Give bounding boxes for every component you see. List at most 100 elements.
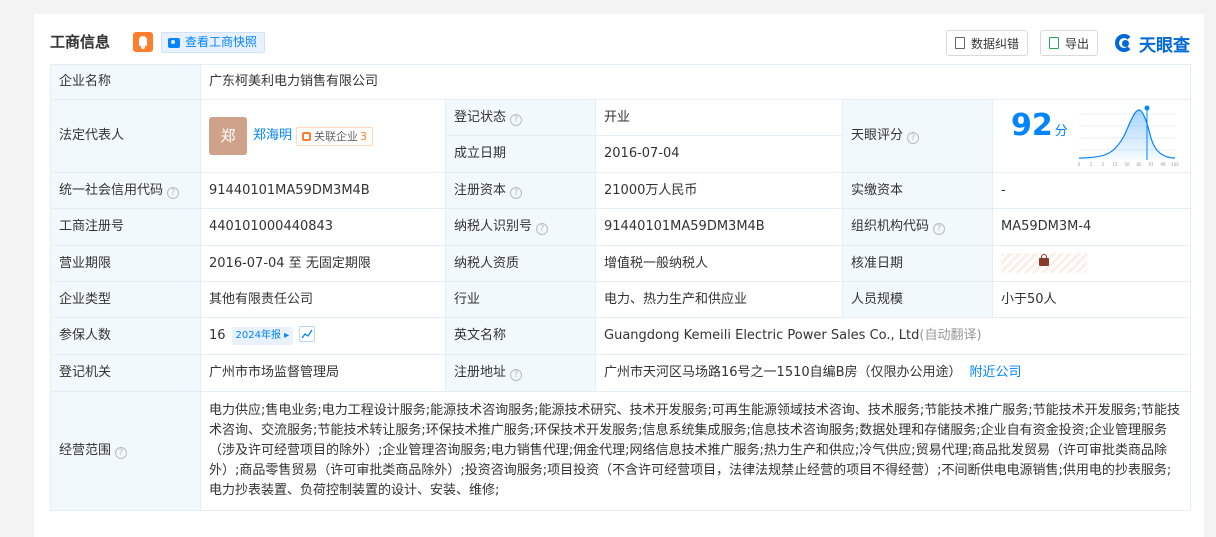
industry-label: 行业 xyxy=(445,281,596,318)
org-code-label: 组织机构代码? xyxy=(842,208,993,246)
help-icon[interactable]: ? xyxy=(536,223,549,235)
authority-label: 登记机关 xyxy=(50,354,201,392)
section-header: 工商信息 查看工商快照 数据纠错 导出 天眼查 xyxy=(50,30,1190,58)
score-chart-tick-label: 2 xyxy=(1102,162,1105,167)
table-row: 统一社会信用代码? 91440101MA59DM3M4B 注册资本? 21000… xyxy=(50,172,1191,209)
legal-rep-name-link[interactable]: 郑海明 xyxy=(253,128,292,143)
table-row: 法定代表人 郑郑海明关联企业3 登记状态? 开业 天眼评分? 92分 0 xyxy=(50,99,1191,173)
scope-value: 电力供应;售电业务;电力工程设计服务;能源技术咨询服务;能源技术研究、技术开发服… xyxy=(200,391,1191,511)
taxpayer-qual-label: 纳税人资质 xyxy=(445,245,596,282)
staff-value: 小于50人 xyxy=(992,281,1191,318)
help-icon[interactable]: ? xyxy=(510,113,523,126)
taxpayer-qual-value: 增值税一般纳税人 xyxy=(595,245,843,282)
table-row: 参保人数 16 2024年报 ▸ 英文名称 Guangdong Kemeili E… xyxy=(50,317,1191,355)
table-row: 经营范围? 电力供应;售电业务;电力工程设计服务;能源技术咨询服务;能源技术研究… xyxy=(50,391,1191,511)
score-chart-tick-label: 0 xyxy=(1078,162,1081,167)
related-icon xyxy=(302,131,312,141)
address-label-text: 注册地址 xyxy=(454,365,507,380)
english-name-label: 英文名称 xyxy=(445,317,596,355)
reg-capital-label: 注册资本? xyxy=(445,172,596,209)
legal-rep-label: 法定代表人 xyxy=(50,99,201,173)
avatar[interactable]: 郑 xyxy=(209,117,247,155)
help-icon[interactable]: ? xyxy=(907,132,920,144)
export-label: 导出 xyxy=(1065,36,1090,51)
term-value: 2016-07-04 至 无固定期限 xyxy=(200,245,446,282)
reg-capital-label-text: 注册资本 xyxy=(454,182,507,198)
est-date-label: 成立日期 xyxy=(445,135,596,173)
address-cell: 广州市天河区马场路16号之一1510自编B房（仅限办公用途） 附近公司 xyxy=(595,354,1191,392)
export-button[interactable]: 导出 xyxy=(1040,30,1099,56)
type-value: 其他有限责任公司 xyxy=(200,281,446,318)
staff-label: 人员规模 xyxy=(842,281,993,318)
term-label: 营业期限 xyxy=(50,245,201,282)
score-unit: 分 xyxy=(1054,124,1068,139)
industry-value: 电力、热力生产和供应业 xyxy=(595,281,843,318)
taxpayer-id-value: 91440101MA59DM3M4B xyxy=(595,208,843,246)
type-label: 企业类型 xyxy=(50,281,201,318)
camera-icon xyxy=(168,37,180,48)
lock-icon xyxy=(1039,254,1049,267)
trend-chart-icon[interactable] xyxy=(299,326,316,342)
scope-label: 经营范围? xyxy=(50,391,201,511)
score-chart-tick-label: 1 xyxy=(1090,162,1093,167)
score-chart-tick-label: 97 xyxy=(1148,162,1154,167)
biz-reg-no-value: 440101000440843 xyxy=(200,208,446,246)
paid-capital-value: - xyxy=(992,172,1191,209)
help-icon[interactable]: ? xyxy=(510,186,523,199)
score-label: 天眼评分? xyxy=(842,99,993,173)
score-chart-tick-label: 99 xyxy=(1160,162,1166,167)
logo-text: 天眼查 xyxy=(1139,35,1190,56)
score-chart-tick-label: 100 xyxy=(1171,162,1179,167)
help-icon[interactable]: ? xyxy=(115,447,128,459)
company-name-value: 广东柯美利电力销售有限公司 xyxy=(200,64,1191,100)
score-cell[interactable]: 92 分 0 1 2 15 50 85 97 99 100 xyxy=(992,99,1191,173)
paid-capital-label: 实缴资本 xyxy=(842,172,993,209)
score-wrap: 92 分 xyxy=(1011,111,1068,142)
score-chart-tick-label: 15 xyxy=(1112,162,1118,167)
address-value: 广州市天河区马场路16号之一1510自编B房（仅限办公用途） xyxy=(604,365,962,380)
insured-cell: 16 2024年报 ▸ xyxy=(200,317,446,355)
score-marker-dot xyxy=(1144,105,1150,111)
auto-translate-note: (自动翻译) xyxy=(919,328,982,343)
taxpayer-id-label-text: 纳税人识别号 xyxy=(454,219,533,234)
reg-status-value: 开业 xyxy=(595,99,843,136)
excel-icon xyxy=(1049,37,1059,49)
approve-date-label: 核准日期 xyxy=(842,245,993,282)
bell-icon[interactable] xyxy=(133,32,153,52)
table-row: 工商注册号 440101000440843 纳税人识别号? 91440101MA… xyxy=(50,208,1191,246)
help-icon[interactable]: ? xyxy=(510,369,523,381)
biz-reg-no-label: 工商注册号 xyxy=(50,208,201,246)
view-snapshot-button[interactable]: 查看工商快照 xyxy=(161,32,266,53)
org-code-label-text: 组织机构代码 xyxy=(851,219,930,234)
section-title: 工商信息 xyxy=(50,33,111,51)
related-count: 3 xyxy=(360,129,368,143)
company-name-label: 企业名称 xyxy=(50,64,201,100)
related-companies-badge[interactable]: 关联企业 3 xyxy=(296,126,374,146)
help-icon[interactable]: ? xyxy=(933,223,946,235)
locked-value[interactable] xyxy=(1001,253,1087,274)
data-correction-label: 数据纠错 xyxy=(971,36,1020,51)
business-info-table: 企业名称 广东柯美利电力销售有限公司 法定代表人 郑郑海明 关联企业 3 登记状态?… xyxy=(50,64,1191,511)
data-correction-button[interactable]: 数据纠错 xyxy=(946,30,1029,56)
address-label: 注册地址? xyxy=(445,354,596,392)
table-row: 企业名称 广东柯美利电力销售有限公司 xyxy=(50,64,1191,100)
credit-code-label-text: 统一社会信用代码 xyxy=(59,182,164,198)
annual-report-dropdown[interactable]: 2024年报 ▸ xyxy=(231,327,294,345)
table-row: 营业期限 2016-07-04 至 无固定期限 纳税人资质 增值税一般纳税人 核… xyxy=(50,245,1191,282)
est-date-value: 2016-07-04 xyxy=(595,135,843,173)
view-snapshot-label: 查看工商快照 xyxy=(185,35,258,49)
logo-icon xyxy=(1115,33,1137,53)
insured-value: 16 xyxy=(209,328,226,343)
legal-rep-cell: 郑郑海明 关联企业 3 xyxy=(200,99,446,173)
credit-code-value: 91440101MA59DM3M4B xyxy=(200,172,446,209)
english-name-value: Guangdong Kemeili Electric Power Sales C… xyxy=(604,328,920,343)
tianyancha-logo: 天眼查 xyxy=(1115,31,1190,56)
insured-label: 参保人数 xyxy=(50,317,201,355)
document-icon xyxy=(955,37,965,49)
business-info-card: 工商信息 查看工商快照 数据纠错 导出 天眼查 企业名称 广东柯美利电力销售有限… xyxy=(34,14,1204,537)
credit-code-label: 统一社会信用代码? xyxy=(50,172,201,209)
help-icon[interactable]: ? xyxy=(167,186,180,199)
nearby-companies-link[interactable]: 附近公司 xyxy=(970,365,1022,380)
annual-report-label: 2024年报 xyxy=(235,330,281,341)
approve-date-cell xyxy=(992,245,1191,282)
